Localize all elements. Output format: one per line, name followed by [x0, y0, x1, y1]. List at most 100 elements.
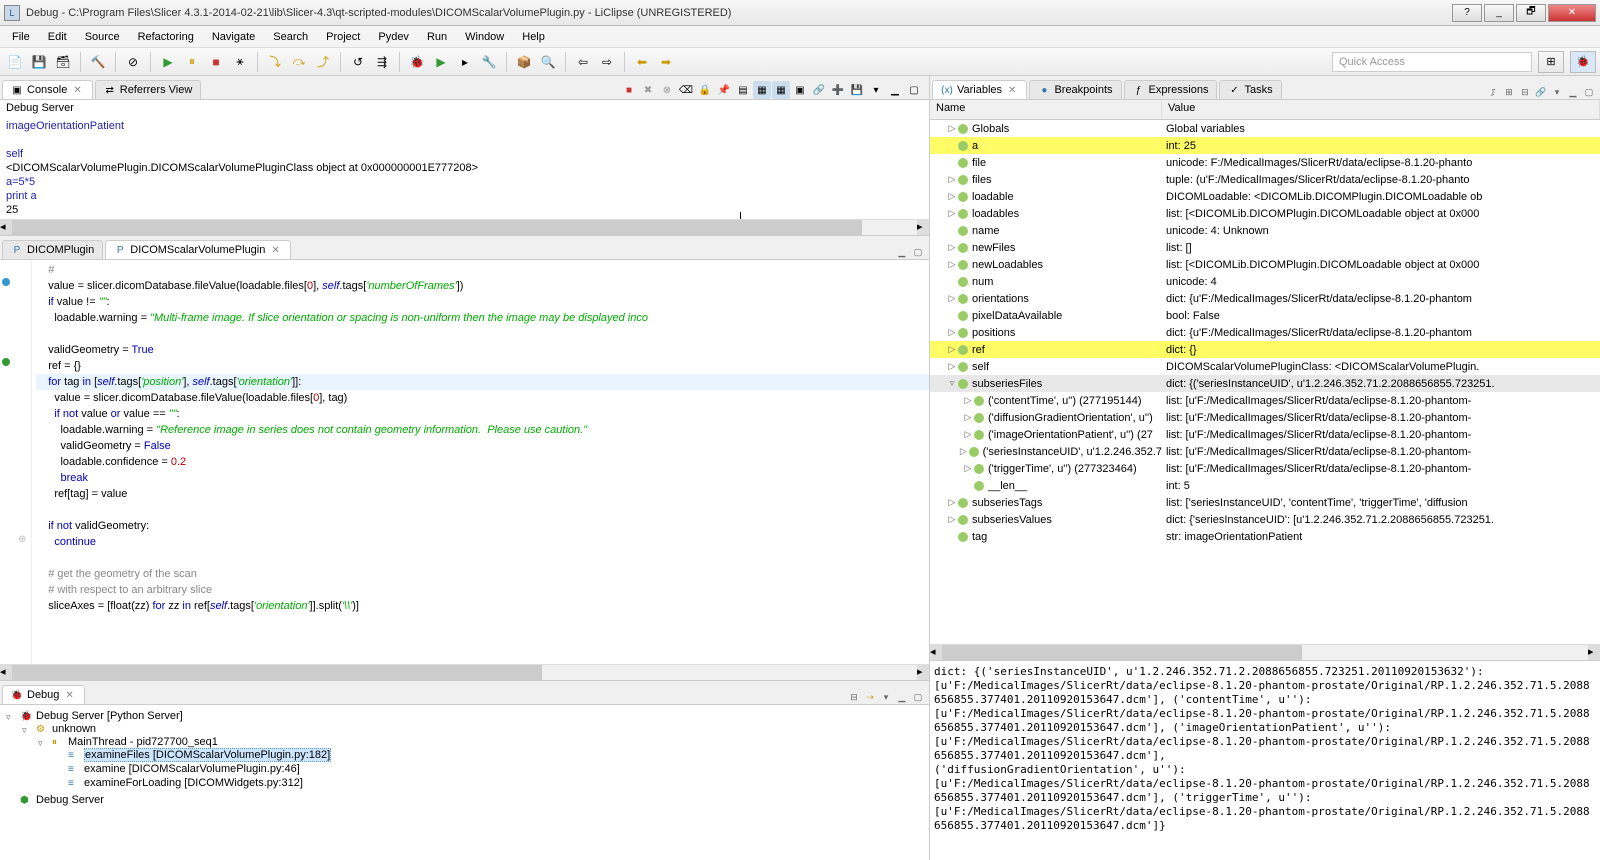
- tab-console[interactable]: ▣ Console ✕: [2, 80, 93, 99]
- tab-expressions[interactable]: ƒ Expressions: [1124, 80, 1218, 99]
- maximize-icon[interactable]: ▢: [911, 245, 925, 259]
- variables-hscrollbar[interactable]: ◂▸: [930, 644, 1600, 660]
- variable-row[interactable]: pixelDataAvailablebool: False: [930, 307, 1600, 324]
- window-help-button[interactable]: ?: [1452, 4, 1482, 22]
- run-last-icon[interactable]: ▸: [454, 51, 476, 73]
- tree-expand-icon[interactable]: ▷: [946, 293, 958, 304]
- pin-console-icon[interactable]: 📌: [715, 81, 733, 99]
- vars-link-icon[interactable]: 🔗: [1534, 85, 1548, 99]
- view-menu-icon[interactable]: ▾: [1550, 85, 1564, 99]
- suspend-icon[interactable]: ⏸: [181, 51, 203, 73]
- tree-expand-icon[interactable]: ▷: [946, 344, 958, 355]
- remove-launch-icon[interactable]: ✖: [639, 81, 657, 99]
- variable-detail-pane[interactable]: dict: {('seriesInstanceUID', u'1.2.246.3…: [930, 660, 1600, 860]
- menu-project[interactable]: Project: [318, 29, 368, 45]
- show-logical-icon[interactable]: ⊞: [1502, 85, 1516, 99]
- display-console-icon[interactable]: ▤: [734, 81, 752, 99]
- variable-row[interactable]: nameunicode: 4: Unknown: [930, 222, 1600, 239]
- tab-referrers[interactable]: ⇄ Referrers View: [95, 80, 202, 99]
- debug-link-icon[interactable]: ⇢: [863, 690, 877, 704]
- minimize-icon[interactable]: ▁: [1566, 85, 1580, 99]
- menu-help[interactable]: Help: [514, 29, 553, 45]
- tree-node[interactable]: MainThread - pid727700_seq1: [68, 736, 218, 748]
- step-into-icon[interactable]: ⤵: [264, 51, 286, 73]
- variable-row[interactable]: ▷('imageOrientationPatient', u'') (27lis…: [930, 426, 1600, 443]
- new-icon[interactable]: 📄: [4, 51, 26, 73]
- close-icon[interactable]: ✕: [71, 85, 83, 96]
- disconnect-icon[interactable]: ⚹: [229, 51, 251, 73]
- menu-pydev[interactable]: Pydev: [370, 29, 417, 45]
- console-output[interactable]: imageOrientationPatient self <DICOMScala…: [0, 116, 929, 219]
- editor-body[interactable]: ⊕ # value = slicer.dicomDatabase.fileVal…: [0, 260, 929, 664]
- debug-tree[interactable]: ▿🐞Debug Server [Python Server] ▿⚙unknown…: [0, 705, 929, 860]
- col-name[interactable]: Name: [930, 100, 1162, 119]
- menu-file[interactable]: File: [4, 29, 38, 45]
- tree-node[interactable]: unknown: [52, 723, 96, 735]
- tree-expand-icon[interactable]: ▿: [22, 725, 32, 735]
- close-icon[interactable]: ✕: [269, 245, 281, 256]
- save-icon[interactable]: 💾: [28, 51, 50, 73]
- terminate-icon[interactable]: ■: [205, 51, 227, 73]
- forward-icon[interactable]: ➡: [655, 51, 677, 73]
- tree-expand-icon[interactable]: ▷: [946, 361, 958, 372]
- open-console-icon[interactable]: ▣: [791, 81, 809, 99]
- tree-node-selected[interactable]: examineFiles [DICOMScalarVolumePlugin.py…: [84, 748, 331, 762]
- variable-row[interactable]: ▷filestuple: (u'F:/MedicalImages/SlicerR…: [930, 171, 1600, 188]
- show-console-when-output-icon[interactable]: ▦: [753, 81, 771, 99]
- debug-perspective-button[interactable]: 🐞: [1570, 51, 1596, 73]
- tree-expand-icon[interactable]: ▷: [958, 446, 969, 457]
- tree-expand-icon[interactable]: ▷: [962, 463, 974, 474]
- tree-node[interactable]: examine [DICOMScalarVolumePlugin.py:46]: [84, 763, 300, 775]
- tab-dicomplugin[interactable]: P DICOMPlugin: [2, 240, 103, 259]
- variable-row[interactable]: ▷orientationsdict: {u'F:/MedicalImages/S…: [930, 290, 1600, 307]
- variable-row[interactable]: ▿subseriesFilesdict: {('seriesInstanceUI…: [930, 375, 1600, 392]
- breakpoint-marker-icon[interactable]: [2, 278, 10, 286]
- editor-hscrollbar[interactable]: ◂▸: [0, 664, 929, 680]
- variable-row[interactable]: ▷loadableslist: [<DICOMLib.DICOMPlugin.D…: [930, 205, 1600, 222]
- col-value[interactable]: Value: [1162, 100, 1600, 119]
- menu-run[interactable]: Run: [419, 29, 455, 45]
- variable-row[interactable]: ▷GlobalsGlobal variables: [930, 120, 1600, 137]
- remove-all-icon[interactable]: ⊗: [658, 81, 676, 99]
- fold-icon[interactable]: ⊕: [18, 534, 26, 545]
- tab-debug[interactable]: 🐞 Debug ✕: [2, 685, 85, 704]
- drop-to-frame-icon[interactable]: ↺: [347, 51, 369, 73]
- tree-expand-icon[interactable]: ▷: [946, 497, 958, 508]
- variable-row[interactable]: ▷('contentTime', u'') (277195144)list: […: [930, 392, 1600, 409]
- terminate-console-icon[interactable]: ■: [620, 81, 638, 99]
- tree-expand-icon[interactable]: ▷: [946, 514, 958, 525]
- variable-row[interactable]: ▷subseriesValuesdict: {'seriesInstanceUI…: [930, 511, 1600, 528]
- tree-expand-icon[interactable]: ▷: [962, 429, 974, 440]
- menu-source[interactable]: Source: [77, 29, 128, 45]
- variable-row[interactable]: ▷subseriesTagslist: ['seriesInstanceUID'…: [930, 494, 1600, 511]
- variable-row[interactable]: ▷('triggerTime', u'') (277323464)list: […: [930, 460, 1600, 477]
- run-dropdown-icon[interactable]: ▶: [430, 51, 452, 73]
- tab-tasks[interactable]: ✓ Tasks: [1219, 80, 1281, 99]
- maximize-icon[interactable]: ▢: [1582, 85, 1596, 99]
- variable-row[interactable]: ▷newFileslist: []: [930, 239, 1600, 256]
- debug-dropdown-icon[interactable]: 🐞: [406, 51, 428, 73]
- console-hscrollbar[interactable]: ◂▸: [0, 219, 929, 235]
- variable-row[interactable]: ▷refdict: {}: [930, 341, 1600, 358]
- view-menu-icon[interactable]: ▾: [879, 690, 893, 704]
- tab-variables[interactable]: (x) Variables ✕: [932, 80, 1027, 99]
- tree-node[interactable]: examineForLoading [DICOMWidgets.py:312]: [84, 777, 303, 789]
- window-close-button[interactable]: ✕: [1548, 4, 1596, 22]
- tree-node[interactable]: Debug Server [Python Server]: [36, 710, 183, 722]
- tree-expand-icon[interactable]: ▷: [946, 191, 958, 202]
- close-icon[interactable]: ✕: [1006, 85, 1018, 96]
- save-console-icon[interactable]: 💾: [848, 81, 866, 99]
- next-annotation-icon[interactable]: ⇨: [596, 51, 618, 73]
- minimize-icon[interactable]: ▁: [886, 81, 904, 99]
- back-icon[interactable]: ⬅: [631, 51, 653, 73]
- resume-icon[interactable]: ▶: [157, 51, 179, 73]
- maximize-icon[interactable]: ▢: [911, 690, 925, 704]
- code-content[interactable]: # value = slicer.dicomDatabase.fileValue…: [36, 262, 929, 614]
- show-type-names-icon[interactable]: ⎎: [1486, 85, 1500, 99]
- menu-window[interactable]: Window: [457, 29, 512, 45]
- show-console-when-error-icon[interactable]: ▦: [772, 81, 790, 99]
- menu-navigate[interactable]: Navigate: [204, 29, 263, 45]
- close-icon[interactable]: ✕: [63, 690, 75, 701]
- tree-expand-icon[interactable]: ▷: [946, 259, 958, 270]
- tree-expand-icon[interactable]: ▿: [6, 712, 16, 722]
